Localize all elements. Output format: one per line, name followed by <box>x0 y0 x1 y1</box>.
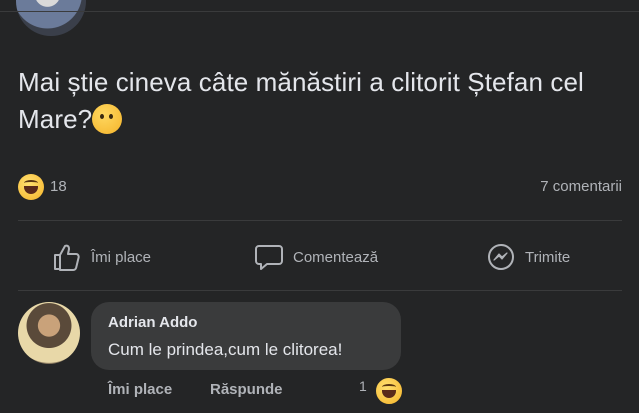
post-stats: 18 7 comentarii <box>18 174 622 200</box>
reaction-count[interactable]: 18 <box>50 178 67 195</box>
messenger-icon <box>488 244 514 270</box>
laughing-emoji-icon[interactable] <box>18 174 44 200</box>
speech-bubble-icon <box>255 245 283 270</box>
comment-reaction-count[interactable]: 1 <box>359 378 367 394</box>
comment-label: Comentează <box>293 248 379 266</box>
commenter-avatar[interactable] <box>18 302 80 364</box>
stats-divider <box>18 220 622 221</box>
thumbs-up-icon <box>54 244 80 271</box>
comment-like-button[interactable]: Îmi place <box>108 381 172 398</box>
laughing-emoji-icon[interactable] <box>374 376 404 406</box>
post-body: Mai știe cineva câte mănăstiri a clitori… <box>18 64 628 138</box>
comment-bubble: Adrian Addo Cum le prindea,cum le clitor… <box>91 302 401 370</box>
post-header-cropped <box>0 0 639 36</box>
send-button[interactable]: Trimite <box>486 240 570 274</box>
like-label: Îmi place <box>91 248 152 266</box>
comment-author[interactable]: Adrian Addo <box>108 314 197 331</box>
send-label: Trimite <box>525 248 571 266</box>
comment-text: Cum le prindea,cum le clitorea! <box>108 340 343 359</box>
comments-count[interactable]: 7 comentarii <box>540 178 622 195</box>
header-divider <box>0 11 639 12</box>
thinking-face-icon <box>92 104 123 134</box>
like-button[interactable]: Îmi place <box>52 240 151 274</box>
comment-button[interactable]: Comentează <box>254 240 378 274</box>
actions-divider <box>18 290 622 291</box>
poster-avatar[interactable] <box>16 0 86 36</box>
comment-reply-button[interactable]: Răspunde <box>210 381 283 398</box>
